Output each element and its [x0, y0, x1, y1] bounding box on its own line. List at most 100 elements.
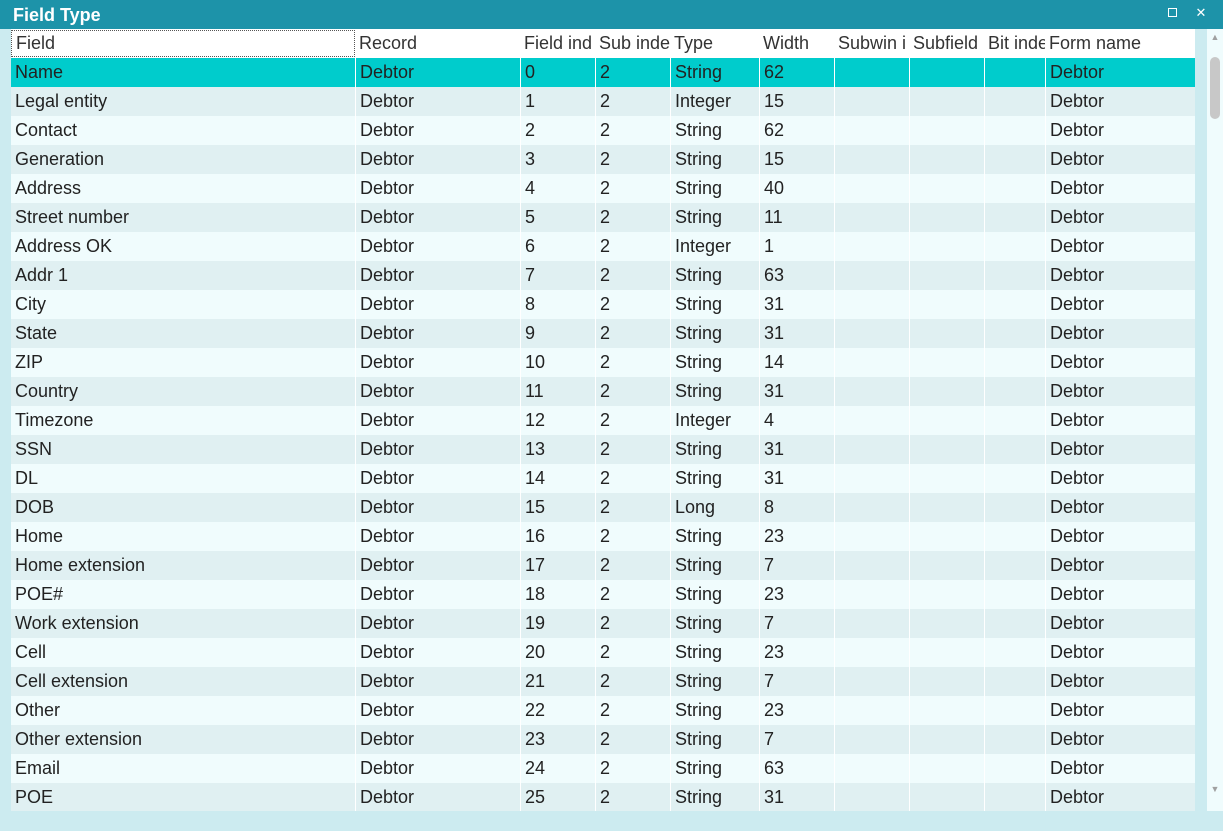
table-row[interactable]: Email Debtor 24 2 String 63 Debtor [11, 754, 1195, 783]
table-cell [984, 58, 1045, 87]
column-header[interactable]: Width [759, 29, 834, 58]
table-cell: 1 [759, 232, 834, 261]
table-cell: 2 [595, 725, 670, 754]
table-cell: String [670, 696, 759, 725]
table-cell [909, 609, 984, 638]
table-row[interactable]: Street number Debtor 5 2 String 11 Debtor [11, 203, 1195, 232]
bottom-bar [0, 811, 1223, 831]
table-cell: 14 [759, 348, 834, 377]
vertical-scrollbar[interactable]: ▲ ▼ [1207, 29, 1223, 811]
table-row[interactable]: DL Debtor 14 2 String 31 Debtor [11, 464, 1195, 493]
table-row[interactable]: Cell extension Debtor 21 2 String 7 Debtor [11, 667, 1195, 696]
table-cell [984, 406, 1045, 435]
table-row[interactable]: DOB Debtor 15 2 Long 8 Debtor [11, 493, 1195, 522]
table-cell [909, 87, 984, 116]
column-header[interactable]: Record [355, 29, 520, 58]
table-cell [909, 754, 984, 783]
table-cell: Debtor [355, 145, 520, 174]
table-row[interactable]: State Debtor 9 2 String 31 Debtor [11, 319, 1195, 348]
column-header[interactable]: Type [670, 29, 759, 58]
table-cell: String [670, 145, 759, 174]
table-cell: 11 [759, 203, 834, 232]
table-row[interactable]: Country Debtor 11 2 String 31 Debtor [11, 377, 1195, 406]
table-cell: 3 [520, 145, 595, 174]
table-cell: Debtor [355, 87, 520, 116]
table-cell: 17 [520, 551, 595, 580]
table-cell: 62 [759, 58, 834, 87]
table-cell [834, 377, 909, 406]
table-row[interactable]: Name Debtor 0 2 String 62 Debtor [11, 58, 1195, 87]
table-row[interactable]: POE Debtor 25 2 String 31 Debtor [11, 783, 1195, 811]
table-cell: Street number [15, 207, 130, 227]
table-row[interactable]: Home Debtor 16 2 String 23 Debtor [11, 522, 1195, 551]
table-row[interactable]: Addr 1 Debtor 7 2 String 63 Debtor [11, 261, 1195, 290]
table-cell [834, 261, 909, 290]
table-cell: 31 [759, 464, 834, 493]
table-cell: 14 [520, 464, 595, 493]
table-cell: 2 [595, 348, 670, 377]
table-row[interactable]: Timezone Debtor 12 2 Integer 4 Debtor [11, 406, 1195, 435]
table-cell [834, 232, 909, 261]
table-cell [984, 754, 1045, 783]
table-cell: 31 [759, 377, 834, 406]
table-cell: String [670, 638, 759, 667]
table-cell [984, 783, 1045, 811]
close-icon[interactable]: ✕ [1194, 6, 1208, 20]
table-row[interactable]: Address OK Debtor 6 2 Integer 1 Debtor [11, 232, 1195, 261]
table-cell: Debtor [1045, 406, 1195, 435]
scroll-down-arrow-icon[interactable]: ▼ [1207, 781, 1223, 797]
table-row[interactable]: POE# Debtor 18 2 String 23 Debtor [11, 580, 1195, 609]
table-cell: 7 [520, 261, 595, 290]
table-cell [984, 174, 1045, 203]
table-cell: 13 [520, 435, 595, 464]
column-header[interactable]: Field ind [520, 29, 595, 58]
column-header[interactable]: Bit inde [984, 29, 1045, 58]
table-cell: String [670, 522, 759, 551]
table-cell [984, 377, 1045, 406]
column-header[interactable]: Subwin i [834, 29, 909, 58]
table-cell: Debtor [1045, 145, 1195, 174]
table-cell [909, 522, 984, 551]
table-cell [834, 203, 909, 232]
scroll-up-arrow-icon[interactable]: ▲ [1207, 29, 1223, 45]
table-cell: Addr 1 [15, 265, 69, 285]
table-cell: 31 [759, 290, 834, 319]
table-cell: 12 [520, 406, 595, 435]
table-cell: Cell [15, 642, 47, 662]
table-cell: String [670, 551, 759, 580]
table-row[interactable]: Legal entity Debtor 1 2 Integer 15 Debtor [11, 87, 1195, 116]
table-cell [834, 580, 909, 609]
table-cell: 2 [595, 435, 670, 464]
table-cell: POE# [15, 584, 64, 604]
table-cell: String [670, 754, 759, 783]
table-cell: String [670, 58, 759, 87]
table-row[interactable]: SSN Debtor 13 2 String 31 Debtor [11, 435, 1195, 464]
table-row[interactable]: Cell Debtor 20 2 String 23 Debtor [11, 638, 1195, 667]
column-header[interactable]: Form name [1045, 29, 1195, 58]
table-cell: 22 [520, 696, 595, 725]
column-header[interactable]: Field [11, 30, 355, 57]
table-cell: Integer [670, 406, 759, 435]
table-row[interactable]: Home extension Debtor 17 2 String 7 Debtor [11, 551, 1195, 580]
table-row[interactable]: Other extension Debtor 23 2 String 7 Debtor [11, 725, 1195, 754]
table-row[interactable]: ZIP Debtor 10 2 String 14 Debtor [11, 348, 1195, 377]
table-cell: Debtor [355, 435, 520, 464]
table-cell [834, 609, 909, 638]
table-row[interactable]: Other Debtor 22 2 String 23 Debtor [11, 696, 1195, 725]
table-row[interactable]: Address Debtor 4 2 String 40 Debtor [11, 174, 1195, 203]
table-cell [984, 87, 1045, 116]
table-row[interactable]: Work extension Debtor 19 2 String 7 Debtor [11, 609, 1195, 638]
table-row[interactable]: Contact Debtor 2 2 String 62 Debtor [11, 116, 1195, 145]
table-cell [909, 319, 984, 348]
table-row[interactable]: City Debtor 8 2 String 31 Debtor [11, 290, 1195, 319]
table-cell: City [15, 294, 46, 314]
table-row[interactable]: Generation Debtor 3 2 String 15 Debtor [11, 145, 1195, 174]
scroll-thumb[interactable] [1210, 57, 1220, 119]
table-cell: 0 [520, 58, 595, 87]
table-cell: 15 [759, 87, 834, 116]
maximize-icon[interactable] [1166, 6, 1180, 20]
column-header[interactable]: Sub inde [595, 29, 670, 58]
column-header[interactable]: Subfield [909, 29, 984, 58]
table-cell: Home [15, 526, 64, 546]
table-cell: String [670, 580, 759, 609]
